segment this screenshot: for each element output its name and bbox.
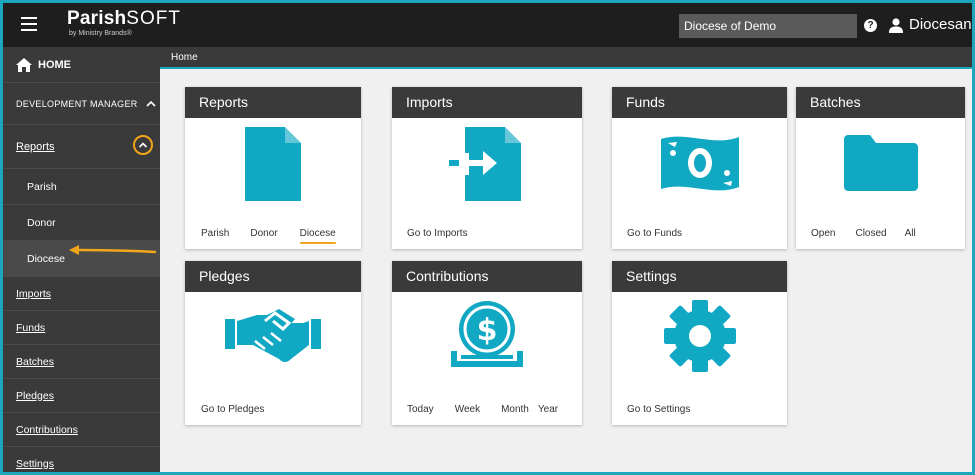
reports-collapse-toggle[interactable] xyxy=(133,135,153,155)
card-links: Go to Pledges xyxy=(185,404,361,415)
card-funds: Funds Go to Funds xyxy=(612,87,787,249)
sidebar-home-label: HOME xyxy=(38,58,71,71)
sidebar-item-settings[interactable]: Settings xyxy=(3,447,160,472)
chevron-up-icon xyxy=(145,100,156,107)
user-icon[interactable] xyxy=(889,18,903,33)
pledges-link-go[interactable]: Go to Pledges xyxy=(201,404,264,415)
reports-link-diocese[interactable]: Diocese xyxy=(299,228,336,244)
annotation-arrow xyxy=(69,245,157,255)
card-links: Go to Imports xyxy=(392,228,582,239)
settings-link-go[interactable]: Go to Settings xyxy=(627,404,690,415)
document-icon xyxy=(185,127,361,201)
logo-main-text: Parish xyxy=(67,8,127,29)
folder-icon xyxy=(796,135,965,191)
logo-soft-text: SOFT xyxy=(126,8,181,29)
sidebar-reports-label: Reports xyxy=(16,140,55,153)
sidebar-item-pledges[interactable]: Pledges xyxy=(3,379,160,413)
menu-icon[interactable] xyxy=(21,17,37,31)
card-title: Settings xyxy=(612,261,787,292)
imports-link-go[interactable]: Go to Imports xyxy=(407,228,468,239)
sidebar-subitem-donor[interactable]: Donor xyxy=(3,205,160,241)
sidebar-item-imports[interactable]: Imports xyxy=(3,277,160,311)
card-reports: Reports Parish Donor Diocese xyxy=(185,87,361,249)
card-contributions: Contributions $ Today Week Month Year xyxy=(392,261,582,425)
card-links: Go to Settings xyxy=(612,404,787,415)
card-title: Contributions xyxy=(392,261,582,292)
card-title: Reports xyxy=(185,87,361,118)
funds-link-go[interactable]: Go to Funds xyxy=(627,228,682,239)
card-pledges: Pledges Go to Pledges xyxy=(185,261,361,425)
parishsoft-logo[interactable]: ParishSOFT by Ministry Brands® xyxy=(67,9,181,38)
sidebar-section-development-manager[interactable]: DEVELOPMENT MANAGER xyxy=(3,83,160,125)
svg-text:$: $ xyxy=(477,313,498,348)
batches-link-all[interactable]: All xyxy=(905,228,916,239)
card-title: Funds xyxy=(612,87,787,118)
sidebar-section-label: DEVELOPMENT MANAGER xyxy=(16,98,138,109)
contributions-link-today[interactable]: Today xyxy=(407,404,434,415)
sidebar-item-reports[interactable]: Reports xyxy=(3,125,160,169)
batches-link-open[interactable]: Open xyxy=(811,228,835,239)
help-icon[interactable]: ? xyxy=(864,19,877,32)
breadcrumb: Home xyxy=(160,47,972,69)
coin-deposit-icon: $ xyxy=(392,299,582,371)
money-icon xyxy=(612,131,787,195)
reports-link-parish[interactable]: Parish xyxy=(201,228,229,239)
card-settings: Settings Go to Settings xyxy=(612,261,787,425)
contributions-link-month[interactable]: Month xyxy=(501,404,529,415)
import-icon xyxy=(392,127,582,201)
contributions-link-year[interactable]: Year xyxy=(538,404,558,415)
card-title: Batches xyxy=(796,87,965,118)
reports-link-donor[interactable]: Donor xyxy=(250,228,277,239)
sidebar-item-batches[interactable]: Batches xyxy=(3,345,160,379)
contributions-link-week[interactable]: Week xyxy=(455,404,480,415)
card-title: Imports xyxy=(392,87,582,118)
card-batches: Batches Open Closed All xyxy=(796,87,965,249)
sidebar-item-home[interactable]: HOME xyxy=(3,47,160,83)
top-bar: ParishSOFT by Ministry Brands® Diocese o… xyxy=(3,3,972,47)
sidebar-item-funds[interactable]: Funds xyxy=(3,311,160,345)
logo-subtitle: by Ministry Brands® xyxy=(69,30,132,37)
card-title: Pledges xyxy=(185,261,361,292)
app-frame: ParishSOFT by Ministry Brands® Diocese o… xyxy=(0,0,975,475)
breadcrumb-home[interactable]: Home xyxy=(171,52,198,63)
card-links: Open Closed All xyxy=(796,228,965,239)
card-links: Parish Donor Diocese xyxy=(185,228,361,244)
gear-icon xyxy=(612,299,787,373)
sidebar-item-contributions[interactable]: Contributions xyxy=(3,413,160,447)
home-icon xyxy=(16,57,32,72)
user-name[interactable]: Diocesan xyxy=(909,16,972,33)
sidebar: HOME DEVELOPMENT MANAGER Reports Parish … xyxy=(3,47,160,472)
card-links: Go to Funds xyxy=(612,228,787,239)
sidebar-subitem-parish[interactable]: Parish xyxy=(3,169,160,205)
batches-link-closed[interactable]: Closed xyxy=(855,228,886,239)
handshake-icon xyxy=(185,301,361,367)
chevron-up-icon xyxy=(138,142,148,148)
diocese-select[interactable]: Diocese of Demo xyxy=(679,14,857,38)
card-imports: Imports Go to Imports xyxy=(392,87,582,249)
card-links: Today Week Month Year xyxy=(392,404,582,415)
